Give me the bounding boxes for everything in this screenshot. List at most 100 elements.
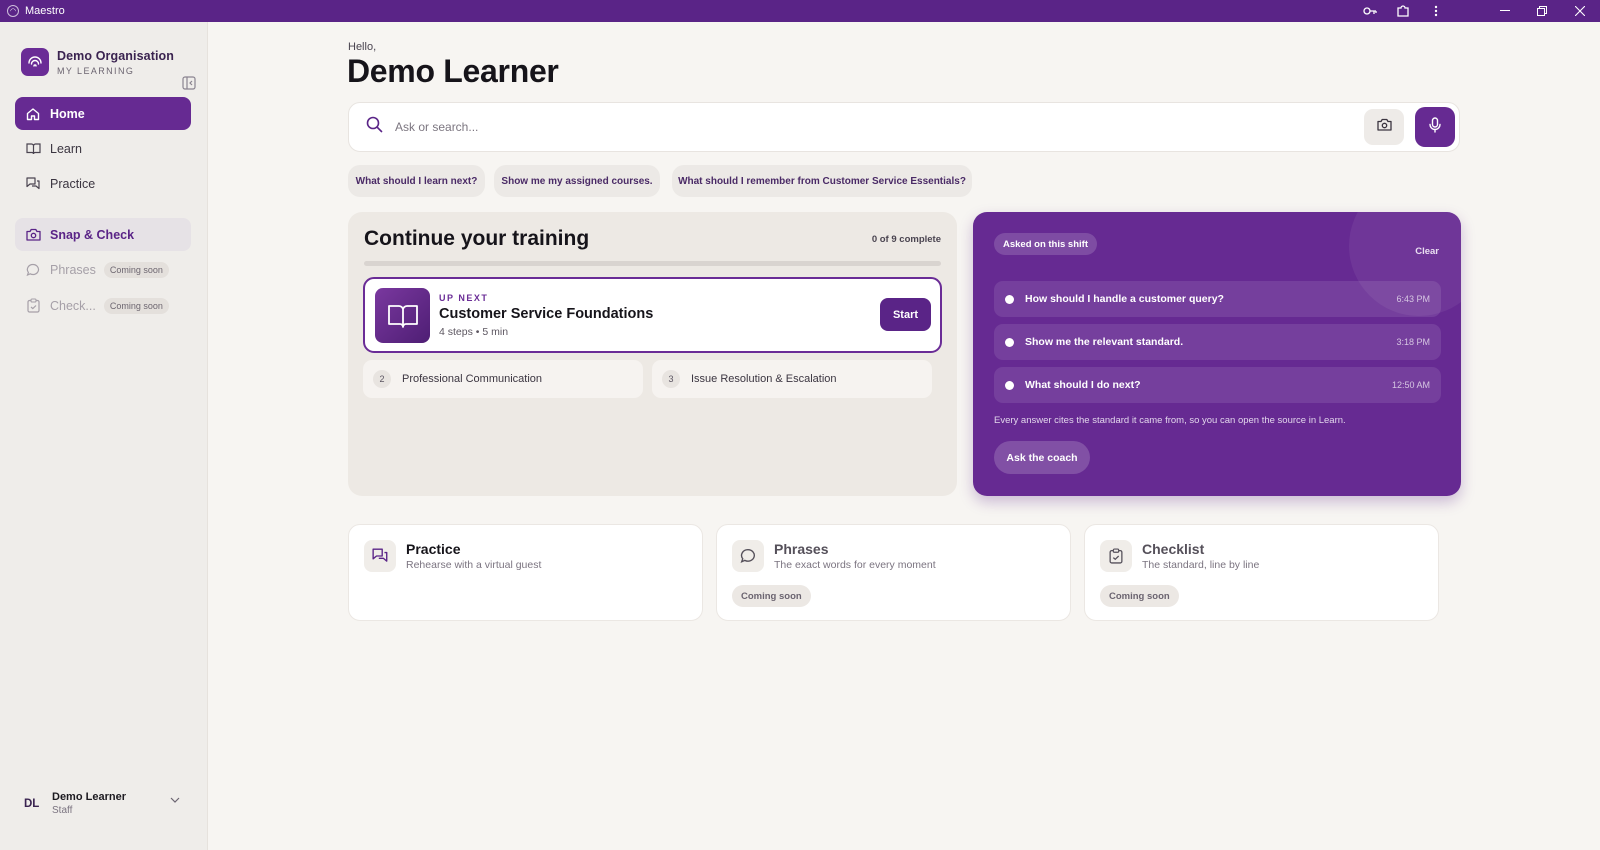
question-time: 12:50 AM bbox=[1391, 380, 1430, 390]
up-next-course[interactable]: UP NEXT Customer Service Foundations 4 s… bbox=[363, 277, 942, 353]
question-time: 6:43 PM bbox=[1396, 294, 1430, 304]
question-time: 3:18 PM bbox=[1396, 337, 1430, 347]
card-subtitle: The standard, line by line bbox=[1142, 559, 1260, 571]
app-logo-icon: ◠ bbox=[7, 5, 19, 17]
chat-bubbles-icon bbox=[25, 176, 41, 192]
close-icon[interactable] bbox=[1568, 0, 1592, 22]
suggestion-chip[interactable]: What should I learn next? bbox=[348, 165, 485, 197]
course-meta: 4 steps • 5 min bbox=[439, 326, 509, 338]
training-title: Continue your training bbox=[364, 227, 590, 250]
camera-icon bbox=[1376, 118, 1392, 136]
course-step[interactable]: 3 Issue Resolution & Escalation bbox=[652, 360, 932, 398]
sidebar-item-label: Phrases bbox=[50, 262, 96, 277]
search-bar bbox=[348, 102, 1460, 152]
bullet-dot bbox=[1005, 294, 1014, 304]
main-content: Hello, Demo Learner What should I learn … bbox=[208, 22, 1600, 850]
coming-soon-badge: Coming soon bbox=[732, 585, 811, 607]
greeting: Hello, bbox=[348, 41, 377, 53]
clipboard-icon bbox=[25, 298, 41, 314]
collapse-sidebar-icon[interactable] bbox=[182, 76, 196, 90]
extensions-icon[interactable] bbox=[1391, 0, 1415, 22]
step-number: 2 bbox=[373, 370, 391, 388]
org-section: MY LEARNING bbox=[57, 65, 135, 76]
coming-soon-badge: Coming soon bbox=[103, 261, 169, 278]
sidebar-item-phrases: Phrases Coming soon bbox=[15, 253, 191, 286]
course-title: Customer Service Foundations bbox=[439, 306, 654, 322]
card-title: Phrases bbox=[774, 541, 829, 557]
suggestion-chip[interactable]: What should I remember from Customer Ser… bbox=[672, 165, 972, 197]
speech-bubble-icon bbox=[732, 540, 764, 572]
coming-soon-badge: Coming soon bbox=[103, 297, 169, 314]
sidebar-item-label: Snap & Check bbox=[50, 227, 135, 242]
org-header[interactable]: Demo Organisation MY LEARNING bbox=[21, 48, 174, 76]
chat-bubbles-icon bbox=[364, 540, 396, 572]
user-menu[interactable]: DL Demo Learner Staff bbox=[24, 791, 126, 816]
start-button[interactable]: Start bbox=[880, 298, 931, 331]
phrases-card: Phrases The exact words for every moment… bbox=[716, 524, 1071, 621]
ask-coach-button[interactable]: Ask the coach bbox=[994, 441, 1090, 474]
restore-icon[interactable] bbox=[1530, 0, 1554, 22]
microphone-button[interactable] bbox=[1415, 107, 1455, 147]
camera-icon bbox=[25, 227, 41, 243]
clear-button[interactable]: Clear bbox=[1415, 246, 1439, 257]
org-logo-icon bbox=[21, 48, 49, 76]
practice-card[interactable]: Practice Rehearse with a virtual guest bbox=[348, 524, 703, 621]
open-book-icon bbox=[375, 288, 430, 343]
camera-button[interactable] bbox=[1364, 109, 1404, 145]
sidebar-item-label: Practice bbox=[50, 176, 96, 191]
sidebar-item-learn[interactable]: Learn bbox=[15, 132, 191, 165]
question-text: How should I handle a customer query? bbox=[1025, 293, 1224, 305]
card-title: Practice bbox=[406, 541, 461, 557]
card-title: Checklist bbox=[1142, 541, 1205, 557]
avatar: DL bbox=[24, 797, 40, 810]
book-icon bbox=[25, 141, 41, 157]
up-next-label: UP NEXT bbox=[439, 293, 489, 303]
training-card: Continue your training 0 of 9 complete U… bbox=[348, 212, 957, 496]
recent-question[interactable]: What should I do next? 12:50 AM bbox=[994, 367, 1441, 403]
coming-soon-badge: Coming soon bbox=[1100, 585, 1179, 607]
sidebar-item-label: Home bbox=[50, 106, 85, 121]
coach-note: Every answer cites the standard it came … bbox=[994, 415, 1346, 426]
sidebar-item-label: Check... bbox=[50, 298, 96, 313]
sidebar-item-home[interactable]: Home bbox=[15, 97, 191, 130]
recent-question[interactable]: How should I handle a customer query? 6:… bbox=[994, 281, 1441, 317]
bullet-dot bbox=[1005, 337, 1014, 347]
page-title: Demo Learner bbox=[347, 53, 559, 89]
progress-text: 0 of 9 complete bbox=[871, 234, 941, 245]
key-icon[interactable] bbox=[1358, 0, 1382, 22]
step-title: Professional Communication bbox=[402, 373, 543, 385]
sidebar-item-checklist: Check... Coming soon bbox=[15, 289, 191, 322]
sidebar-item-practice[interactable]: Practice bbox=[15, 167, 191, 200]
step-number: 3 bbox=[662, 370, 680, 388]
chevron-down-icon[interactable] bbox=[170, 790, 180, 808]
sidebar-item-label: Learn bbox=[50, 141, 82, 156]
speech-bubble-icon bbox=[25, 262, 41, 278]
sidebar-item-snap-check[interactable]: Snap & Check bbox=[15, 218, 191, 251]
org-name: Demo Organisation bbox=[57, 48, 174, 63]
recent-question[interactable]: Show me the relevant standard. 3:18 PM bbox=[994, 324, 1441, 360]
minimize-icon[interactable] bbox=[1493, 0, 1517, 22]
card-subtitle: Rehearse with a virtual guest bbox=[406, 559, 542, 571]
search-input[interactable] bbox=[395, 120, 1459, 134]
search-icon bbox=[366, 116, 383, 138]
microphone-icon bbox=[1429, 116, 1441, 138]
bullet-dot bbox=[1005, 380, 1014, 390]
coach-panel: Asked on this shift Clear How should I h… bbox=[973, 212, 1461, 496]
title-bar: ◠ Maestro bbox=[0, 0, 1600, 22]
question-text: Show me the relevant standard. bbox=[1025, 336, 1184, 348]
training-progress-bar bbox=[364, 261, 941, 266]
card-subtitle: The exact words for every moment bbox=[774, 559, 936, 571]
user-name: Demo Learner bbox=[52, 791, 126, 803]
clipboard-icon bbox=[1100, 540, 1132, 572]
suggestion-chip[interactable]: Show me my assigned courses. bbox=[494, 165, 660, 197]
step-title: Issue Resolution & Escalation bbox=[691, 373, 837, 385]
more-options-icon[interactable] bbox=[1424, 0, 1448, 22]
home-icon bbox=[25, 106, 41, 122]
asked-on-shift-badge: Asked on this shift bbox=[994, 233, 1097, 255]
sidebar: Demo Organisation MY LEARNING Home Learn… bbox=[0, 22, 208, 850]
checklist-card: Checklist The standard, line by line Com… bbox=[1084, 524, 1439, 621]
user-role: Staff bbox=[52, 805, 73, 816]
app-title: Maestro bbox=[25, 5, 65, 17]
course-step[interactable]: 2 Professional Communication bbox=[363, 360, 643, 398]
question-text: What should I do next? bbox=[1025, 379, 1141, 391]
